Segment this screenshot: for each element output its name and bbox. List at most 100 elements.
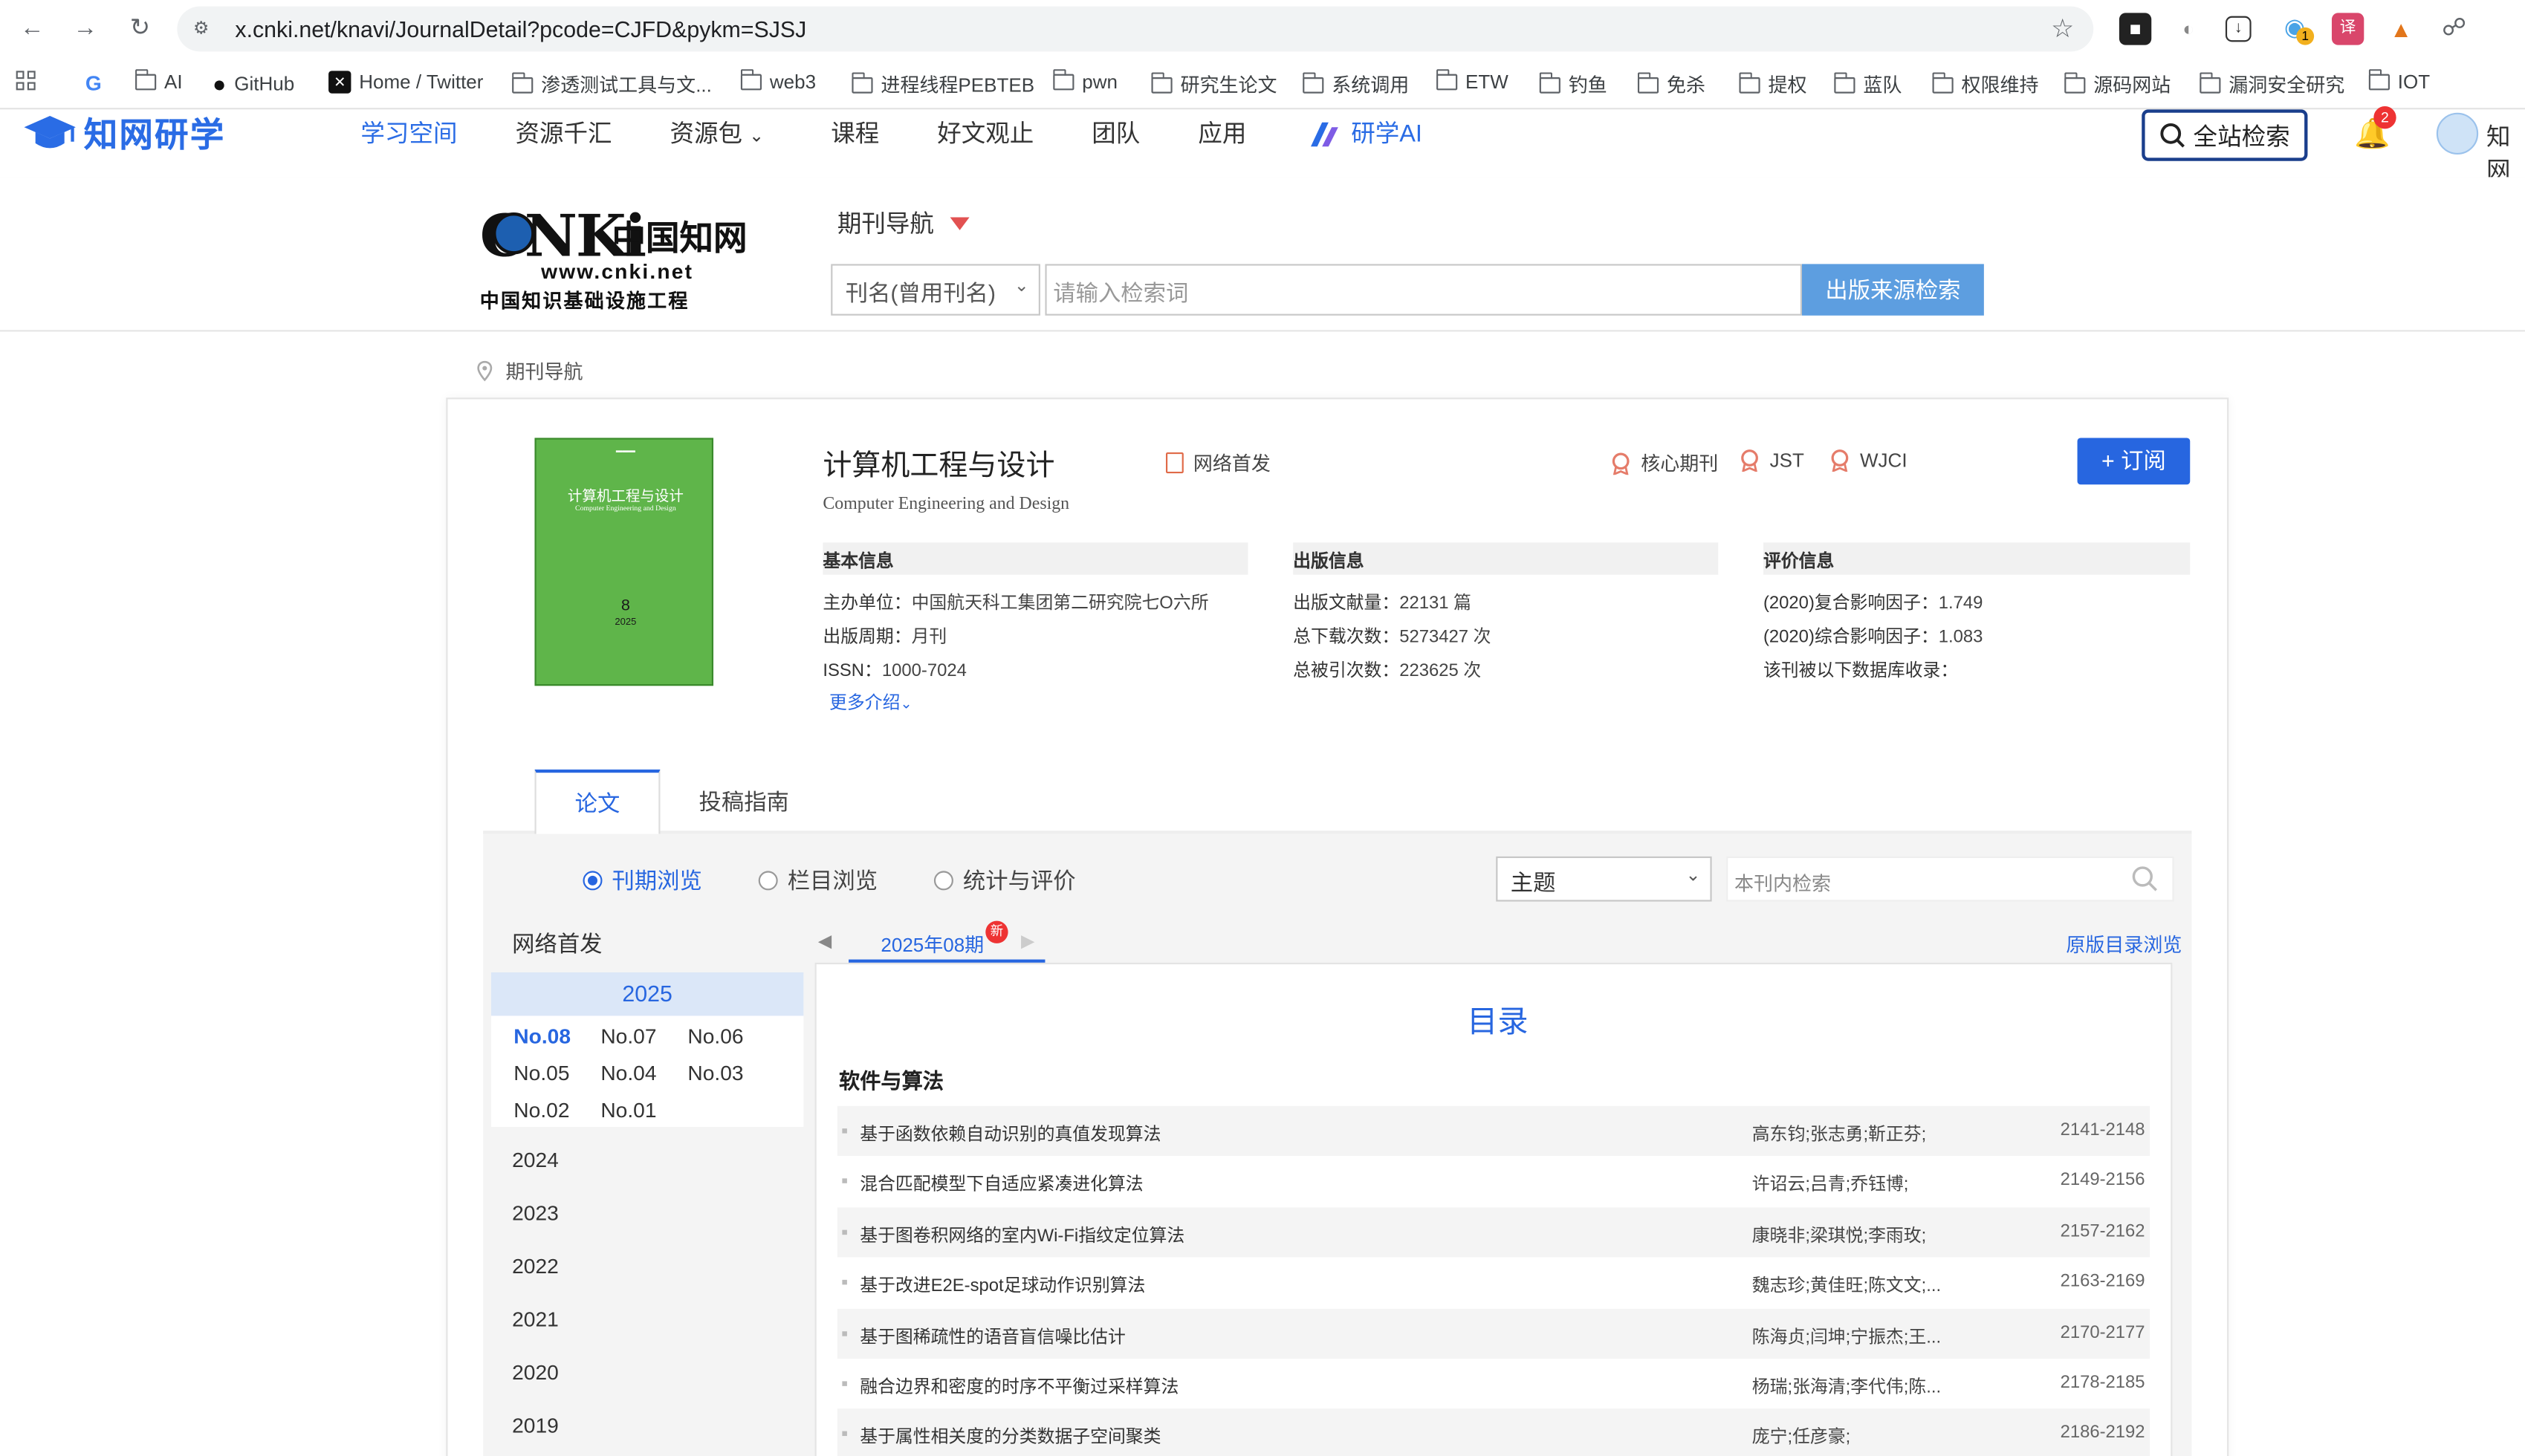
bookmark-item[interactable]: 漏洞安全研究	[2199, 71, 2344, 98]
info-label: (2020)复合影响因子：	[1763, 594, 1939, 614]
google-icon[interactable]: G	[85, 71, 102, 95]
article-authors[interactable]: 庞宁;任彦豪;	[1752, 1424, 1954, 1450]
article-authors[interactable]: 高东钧;张志勇;靳正芬;	[1752, 1120, 1954, 1146]
subscribe-button[interactable]: + 订阅	[2077, 438, 2191, 485]
publish-info-header: 出版信息	[1293, 542, 1719, 575]
bookmark-item[interactable]: 源码网站	[2064, 71, 2171, 98]
year-2022[interactable]: 2022	[512, 1254, 559, 1278]
extension-icon[interactable]: ↓	[2225, 16, 2252, 42]
issue-no07[interactable]: No.07	[600, 1024, 656, 1048]
address-bar[interactable]: ⚙ x.cnki.net/knavi/JournalDetail?pcode=C…	[177, 6, 2094, 52]
nav-yanxue-ai[interactable]: 研学AI	[1308, 116, 1422, 150]
extension-icon[interactable]: ■	[2119, 13, 2152, 45]
prev-issue-arrow-icon[interactable]: ◀	[818, 931, 832, 952]
online-first-link[interactable]: 网络首发	[1165, 449, 1271, 477]
article-title-link[interactable]: 基于属性相关度的分类数据子空间聚类	[860, 1424, 1161, 1450]
site-search-button[interactable]: 全站检索	[2142, 109, 2308, 161]
tab-submission-guide[interactable]: 投稿指南	[699, 786, 789, 818]
article-title-link[interactable]: 融合边界和密度的时序不平衡过采样算法	[860, 1374, 1179, 1400]
bookmark-item[interactable]: 蓝队	[1833, 71, 1902, 98]
nav-apps[interactable]: 应用	[1198, 116, 1246, 150]
article-title-link[interactable]: 基于函数依赖自动识别的真值发现算法	[860, 1120, 1161, 1146]
article-authors[interactable]: 杨瑞;张海清;李代伟;陈...	[1752, 1374, 1954, 1400]
bookmark-item[interactable]: ● GitHub	[213, 71, 294, 97]
article-title-link[interactable]: 基于图稀疏性的语音盲信噪比估计	[860, 1322, 1126, 1348]
issue-no01[interactable]: No.01	[600, 1098, 656, 1122]
nav-resources[interactable]: 资源千汇	[515, 116, 612, 150]
bookmark-item[interactable]: IOT	[2367, 69, 2430, 94]
next-issue-arrow-icon[interactable]: ▶	[1021, 931, 1034, 952]
online-first-nav[interactable]: 网络首发	[512, 927, 602, 959]
radio-browse-by-column[interactable]: 栏目浏览	[758, 865, 878, 897]
extension-icon[interactable]: ◐	[2172, 13, 2204, 45]
year-2020[interactable]: 2020	[512, 1360, 559, 1385]
reload-icon[interactable]: ↻	[124, 13, 156, 45]
issue-no06[interactable]: No.06	[687, 1024, 743, 1048]
apps-grid-icon[interactable]	[16, 71, 36, 91]
theme-select[interactable]: 主题 ⌄	[1496, 856, 1712, 902]
extensions-puzzle-icon[interactable]: ☍	[2438, 13, 2470, 45]
issue-no02[interactable]: No.02	[513, 1098, 569, 1122]
year-2019[interactable]: 2019	[512, 1414, 559, 1438]
article-authors[interactable]: 许诏云;吕青;乔钰博;	[1752, 1171, 1954, 1197]
issue-no05[interactable]: No.05	[513, 1061, 569, 1085]
search-icon[interactable]	[2130, 865, 2159, 894]
site-info-icon[interactable]: ⚙	[193, 16, 219, 42]
keyword-search-input[interactable]: 请输入检索词	[1045, 264, 1802, 316]
bookmark-item[interactable]: 研究生论文	[1150, 71, 1277, 98]
issue-no04[interactable]: No.04	[600, 1061, 656, 1085]
zhiwang-yanxue-logo[interactable]: 知网研学	[22, 109, 225, 157]
article-authors[interactable]: 陈海贞;闫坤;宁振杰;王...	[1752, 1322, 1954, 1348]
article-title-link[interactable]: 混合匹配模型下自适应紧凑进化算法	[860, 1171, 1143, 1197]
bookmark-item[interactable]: 提权	[1738, 71, 1807, 98]
bookmark-item[interactable]: 权限维持	[1931, 71, 2039, 98]
in-journal-search-input[interactable]: 本刊内检索	[1726, 856, 2174, 902]
article-authors[interactable]: 康晓非;梁琪悦;李雨玫;	[1752, 1221, 1954, 1247]
more-intro-link[interactable]: 更多介绍⌄	[829, 689, 913, 715]
issue-tab-2025-08[interactable]: 2025年08期	[881, 931, 984, 958]
bookmark-item[interactable]: AI	[134, 69, 183, 94]
nav-good-articles[interactable]: 好文观止	[937, 116, 1034, 150]
bookmark-star-icon[interactable]: ☆	[2051, 13, 2074, 45]
article-authors[interactable]: 魏志珍;黄佳旺;陈文文;...	[1752, 1272, 1954, 1298]
breadcrumb-item[interactable]: 期刊导航	[505, 357, 583, 385]
bookmark-item[interactable]: 进程线程PEBTEB	[851, 71, 1034, 98]
article-title-link[interactable]: 基于图卷积网络的室内Wi-Fi指纹定位算法	[860, 1221, 1184, 1247]
bookmark-item[interactable]: 系统调用	[1302, 71, 1409, 98]
radio-browse-by-issue[interactable]: 刊期浏览	[583, 865, 702, 897]
journal-cover-image[interactable]: ▬▬▬ 计算机工程与设计 Computer Engineering and De…	[534, 438, 714, 686]
document-icon	[1165, 452, 1184, 474]
metamask-fox-icon[interactable]: ▲	[2385, 13, 2417, 45]
issue-no08[interactable]: No.08	[513, 1024, 571, 1048]
year-2023[interactable]: 2023	[512, 1201, 559, 1226]
tab-papers[interactable]: 论文	[534, 769, 661, 834]
back-icon[interactable]: ←	[16, 13, 48, 45]
bookmark-item[interactable]: pwn	[1052, 69, 1118, 94]
bookmark-item[interactable]: ETW	[1436, 69, 1508, 94]
bookmark-item[interactable]: 渗透测试工具与文...	[511, 71, 712, 98]
nav-team[interactable]: 团队	[1092, 116, 1140, 150]
year-2021[interactable]: 2021	[512, 1307, 559, 1332]
source-search-button[interactable]: 出版来源检索	[1801, 264, 1984, 316]
bookmark-label: Home / Twitter	[359, 71, 484, 94]
year-2024[interactable]: 2024	[512, 1148, 559, 1172]
url-text[interactable]: x.cnki.net/knavi/JournalDetail?pcode=CJF…	[235, 16, 806, 42]
original-toc-link[interactable]: 原版目录浏览	[2066, 931, 2182, 958]
nav-resource-pack[interactable]: 资源包 ⌄	[670, 116, 765, 150]
nav-courses[interactable]: 课程	[831, 116, 879, 150]
bookmark-item[interactable]: ✕ Home / Twitter	[328, 71, 484, 94]
article-title-link[interactable]: 基于改进E2E-spot足球动作识别算法	[860, 1272, 1145, 1298]
bookmark-item[interactable]: web3	[739, 69, 816, 94]
year-2025[interactable]: 2025	[490, 972, 804, 1016]
bookmark-item[interactable]: 免杀	[1637, 71, 1705, 98]
forward-icon[interactable]: →	[69, 13, 101, 45]
bookmark-item[interactable]: 钓鱼	[1538, 71, 1607, 98]
journal-nav-dropdown[interactable]: 期刊导航	[837, 206, 970, 240]
search-field-select[interactable]: 刊名(曾用刊名) ⌄	[831, 264, 1040, 316]
avatar[interactable]	[2436, 112, 2479, 155]
translate-extension-icon[interactable]: 译	[2331, 13, 2364, 45]
issue-no03[interactable]: No.03	[687, 1061, 743, 1085]
nav-learning-space[interactable]: 学习空间	[360, 116, 457, 150]
radio-statistics[interactable]: 统计与评价	[933, 865, 1076, 897]
cnki-logo[interactable]: CNKi 中国知网 www.cnki.net 中国知识基础设施工程	[480, 203, 753, 312]
